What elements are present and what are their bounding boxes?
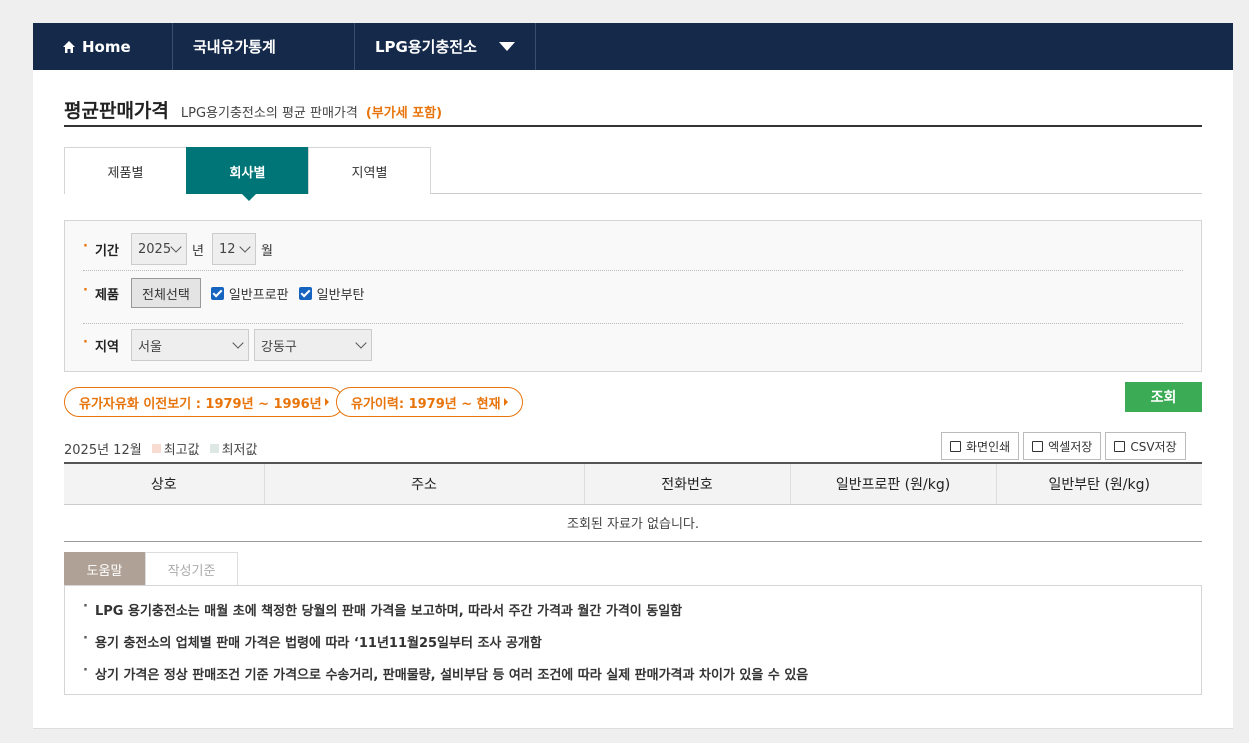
page-title: 평균판매가격 [64, 100, 169, 122]
col-phone: 전화번호 [584, 462, 791, 505]
price-history-label: 유가이력: 1979년 ~ 현재 [351, 396, 501, 412]
table-header-row: 상호 주소 전화번호 일반프로판 (원/kg) 일반부탄 (원/kg) [64, 462, 1202, 505]
help-item: LPG 용기충전소는 매월 초에 책정한 당월의 판매 가격을 보고하며, 따라… [83, 599, 682, 619]
arrow-right-icon [503, 398, 508, 406]
tab-by-region[interactable]: 지역별 [308, 147, 431, 194]
year-unit: 년 [192, 243, 204, 259]
title-row: 평균판매가격 LPG용기충전소의 평균 판매가격 (부가세 포함) [64, 96, 1202, 127]
product-label: 제품 [83, 283, 131, 303]
divider [83, 270, 1183, 271]
checkbox-checked-icon [210, 286, 224, 300]
view-tabs: 제품별 회사별 지역별 [64, 147, 1202, 201]
arrow-right-icon [324, 398, 329, 406]
chevron-down-icon [239, 241, 251, 253]
help-item: 상기 가격은 정상 판매조건 기준 가격으로 수송거리, 판매물량, 설비부담 … [83, 663, 808, 683]
month-unit: 월 [260, 243, 273, 259]
col-propane: 일반프로판 (원/kg) [790, 462, 997, 505]
region-row: 지역 서울 강동구 [83, 329, 377, 361]
help-tabs: 도움말 작성기준 [64, 552, 238, 586]
select-all-button[interactable]: 전체선택 [131, 278, 201, 308]
tab-help[interactable]: 도움말 [64, 552, 145, 586]
nav-lpg-dropdown[interactable]: LPG용기충전소 [355, 23, 536, 70]
print-button[interactable]: 화면인쇄 [941, 432, 1020, 460]
tab-criteria[interactable]: 작성기준 [145, 552, 238, 586]
propane-label: 일반프로판 [228, 287, 289, 303]
period-label: 기간 [83, 239, 131, 259]
region-label: 지역 [83, 335, 131, 355]
tab-by-company[interactable]: 회사별 [186, 147, 309, 201]
divider [83, 323, 1183, 324]
liberalization-history-link[interactable]: 유가자유화 이전보기 : 1979년 ~ 1996년 [64, 387, 344, 417]
search-button[interactable]: 조회 [1125, 382, 1202, 412]
nav-home[interactable]: Home [33, 23, 173, 70]
csv-save-button[interactable]: CSV저장 [1105, 432, 1186, 460]
results-table: 상호 주소 전화번호 일반프로판 (원/kg) 일반부탄 (원/kg) 조회된 … [64, 462, 1202, 542]
liberalization-label: 유가자유화 이전보기 : 1979년 ~ 1996년 [79, 396, 322, 412]
home-icon [63, 40, 75, 53]
month-value: 12 [218, 241, 236, 257]
file-download-icon [1032, 440, 1044, 452]
chevron-down-icon [355, 337, 367, 349]
product-row: 제품 전체선택 일반프로판 일반부탄 [83, 278, 375, 308]
page: Home 국내유가통계 LPG용기충전소 평균판매가격 LPG용기충전소의 평균… [33, 23, 1233, 729]
page-subtitle: LPG용기충전소의 평균 판매가격 [180, 106, 358, 121]
caret-down-icon [499, 42, 515, 51]
nav-home-label: Home [82, 37, 131, 56]
min-legend: 최저값 [221, 443, 258, 458]
district-value: 강동구 [261, 339, 297, 355]
min-swatch [209, 444, 219, 453]
help-item: 용기 충전소의 업체별 판매 가격은 법령에 따라 ‘11년11월25일부터 조… [83, 631, 542, 651]
max-legend: 최고값 [163, 443, 200, 458]
chevron-down-icon [232, 337, 244, 349]
excel-save-button[interactable]: 엑셀저장 [1023, 432, 1102, 460]
district-select[interactable]: 강동구 [254, 329, 372, 361]
butane-label: 일반부탄 [316, 287, 365, 303]
chevron-down-icon [170, 241, 182, 253]
file-download-icon [1114, 440, 1126, 452]
result-meta: 2025년 12월 최고값 최저값 [64, 439, 257, 458]
price-history-link[interactable]: 유가이력: 1979년 ~ 현재 [336, 387, 523, 417]
checkbox-checked-icon [298, 286, 312, 300]
table-row: 조회된 자료가 없습니다. [64, 504, 1202, 542]
month-select[interactable]: 12 [211, 233, 256, 265]
filter-box: 기간 2025 년 12 월 제품 전체선택 일반프로판 일반부탄 [64, 220, 1202, 372]
nav-domestic-oil-stats[interactable]: 국내유가통계 [173, 23, 355, 70]
empty-message: 조회된 자료가 없습니다. [64, 504, 1202, 542]
nav-stats-label: 국내유가통계 [193, 38, 276, 56]
max-swatch [151, 444, 161, 453]
print-label: 화면인쇄 [966, 439, 1011, 454]
year-value: 2025 [138, 241, 172, 257]
col-butane: 일반부탄 (원/kg) [996, 462, 1202, 505]
result-date: 2025년 12월 [64, 443, 142, 458]
excel-label: 엑셀저장 [1048, 439, 1093, 454]
help-box: LPG 용기충전소는 매월 초에 책정한 당월의 판매 가격을 보고하며, 따라… [64, 585, 1202, 695]
export-actions: 화면인쇄 엑셀저장 CSV저장 [941, 432, 1186, 460]
top-nav: Home 국내유가통계 LPG용기충전소 [33, 23, 1233, 70]
region-value: 서울 [138, 339, 162, 355]
vat-note: (부가세 포함) [365, 106, 443, 121]
year-select[interactable]: 2025 [131, 233, 187, 265]
period-row: 기간 2025 년 12 월 [83, 233, 281, 265]
col-address: 주소 [264, 462, 585, 505]
butane-checkbox[interactable]: 일반부탄 [298, 284, 365, 303]
nav-lpg-label: LPG용기충전소 [375, 38, 477, 56]
propane-checkbox[interactable]: 일반프로판 [210, 284, 289, 303]
printer-icon [950, 440, 961, 452]
col-company: 상호 [64, 462, 265, 505]
tab-by-product[interactable]: 제품별 [64, 147, 187, 194]
csv-label: CSV저장 [1130, 439, 1177, 454]
region-select[interactable]: 서울 [131, 329, 249, 361]
